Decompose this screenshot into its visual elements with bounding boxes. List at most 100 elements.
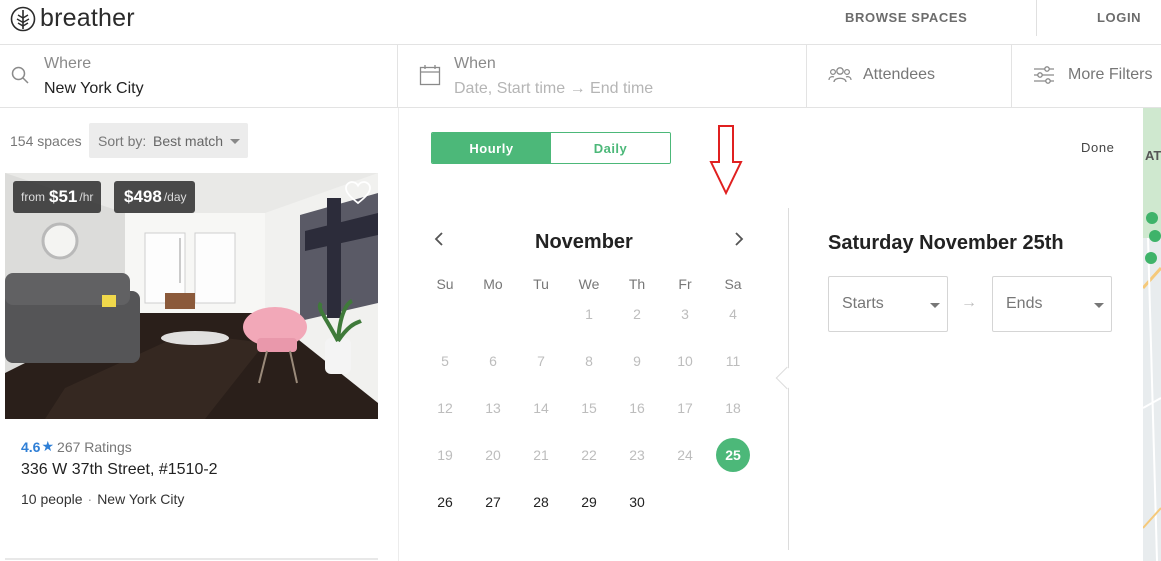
more-filters-label: More Filters bbox=[1068, 66, 1153, 83]
when-field[interactable]: When Date, Start time → End time bbox=[398, 45, 807, 107]
calendar-day-3: 3 bbox=[681, 306, 689, 322]
calendar-day-20: 20 bbox=[485, 447, 501, 463]
attendees-filter[interactable]: Attendees bbox=[807, 45, 1012, 107]
calendar-day-25[interactable]: 25 bbox=[716, 438, 750, 472]
attendees-label: Attendees bbox=[863, 66, 936, 83]
calendar-day-17: 17 bbox=[677, 400, 693, 416]
hourly-daily-toggle: Hourly Daily bbox=[431, 132, 671, 164]
when-label: When bbox=[454, 55, 496, 72]
divider-notch bbox=[775, 366, 799, 390]
separator-dot: · bbox=[87, 491, 93, 507]
heart-icon[interactable] bbox=[345, 181, 371, 205]
selected-date-title: Saturday November 25th bbox=[828, 232, 1064, 254]
next-card-edge bbox=[5, 558, 378, 560]
login-link[interactable]: LOGIN bbox=[1097, 10, 1141, 25]
when-input[interactable]: Date, Start time → End time bbox=[454, 80, 653, 98]
weekday-su: Su bbox=[436, 276, 454, 292]
calendar-day-16: 16 bbox=[629, 400, 645, 416]
listing-capacity: 10 people bbox=[21, 491, 83, 507]
listing-rating: 4.6 ★ 267 Ratings bbox=[21, 438, 132, 455]
map-tiles bbox=[1143, 108, 1161, 561]
brand-logo[interactable]: breather bbox=[10, 4, 135, 33]
price-from-label: from bbox=[21, 190, 45, 204]
calendar-day-2: 2 bbox=[633, 306, 641, 322]
calendar-day-14: 14 bbox=[533, 400, 549, 416]
results-list: 154 spaces Sort by: Best match from $51 … bbox=[0, 108, 397, 561]
rating-value: 4.6 bbox=[21, 438, 41, 455]
where-label: Where bbox=[44, 55, 92, 72]
top-nav-bar: breather BROWSE SPACES LOGIN bbox=[0, 0, 1161, 45]
calendar-day-18: 18 bbox=[725, 400, 741, 416]
end-time-dropdown[interactable]: Ends bbox=[992, 276, 1112, 332]
calendar-day-27[interactable]: 27 bbox=[476, 485, 510, 519]
calendar-day-8: 8 bbox=[585, 353, 593, 369]
results-count: 154 spaces bbox=[10, 133, 82, 149]
weekday-fr: Fr bbox=[678, 276, 692, 292]
more-filters-button[interactable]: More Filters bbox=[1012, 45, 1161, 107]
daily-price: $498 bbox=[124, 187, 162, 206]
caret-down-icon bbox=[930, 303, 940, 308]
calendar-day-30[interactable]: 30 bbox=[620, 485, 654, 519]
weekday-sa: Sa bbox=[724, 276, 742, 292]
calendar-day-22: 22 bbox=[581, 447, 597, 463]
tree-logo-icon bbox=[10, 6, 36, 31]
chevron-left-icon[interactable] bbox=[434, 232, 444, 246]
calendar-day-23: 23 bbox=[629, 447, 645, 463]
hourly-price-tag: from $51 /hr bbox=[13, 181, 102, 213]
calendar-day-21: 21 bbox=[533, 447, 549, 463]
listing-address[interactable]: 336 W 37th Street, #1510-2 bbox=[21, 461, 218, 479]
calendar-day-29[interactable]: 29 bbox=[572, 485, 606, 519]
arrow-right-icon: → bbox=[961, 294, 977, 311]
date-picker-panel: Hourly Daily Done November Saturday Nove… bbox=[398, 108, 1143, 561]
hourly-tab[interactable]: Hourly bbox=[432, 133, 551, 163]
daily-price-tag: $498 /day bbox=[114, 181, 195, 213]
sliders-icon bbox=[1034, 66, 1054, 84]
calendar-day-28[interactable]: 28 bbox=[524, 485, 558, 519]
calendar-icon bbox=[419, 65, 441, 86]
caret-down-icon bbox=[1094, 303, 1104, 308]
calendar-day-24: 24 bbox=[677, 447, 693, 463]
hourly-unit: /hr bbox=[79, 190, 94, 204]
calendar-day-1: 1 bbox=[585, 306, 593, 322]
calendar-day-15: 15 bbox=[581, 400, 597, 416]
listing-city: New York City bbox=[97, 491, 185, 507]
calendar-day-26[interactable]: 26 bbox=[428, 485, 462, 519]
daily-tab[interactable]: Daily bbox=[551, 133, 670, 163]
sort-value: Best match bbox=[153, 133, 224, 149]
calendar-day-7: 7 bbox=[537, 353, 545, 369]
where-input[interactable]: New York City bbox=[44, 80, 144, 98]
weekday-th: Th bbox=[628, 276, 646, 292]
nav-divider bbox=[1036, 0, 1037, 36]
calendar-day-6: 6 bbox=[489, 353, 497, 369]
done-button[interactable]: Done bbox=[1081, 140, 1114, 155]
search-icon bbox=[11, 66, 29, 84]
browse-spaces-link[interactable]: BROWSE SPACES bbox=[845, 10, 967, 25]
calendar-day-11: 11 bbox=[725, 353, 741, 369]
star-icon: ★ bbox=[41, 438, 55, 454]
sort-dropdown[interactable]: Sort by: Best match bbox=[89, 123, 248, 158]
red-down-arrow-annotation bbox=[709, 125, 743, 196]
calendar-day-5: 5 bbox=[441, 353, 449, 369]
where-field[interactable]: Where New York City bbox=[0, 45, 398, 107]
hourly-price: $51 bbox=[49, 187, 78, 206]
calendar-day-9: 9 bbox=[633, 353, 641, 369]
calendar-day-12: 12 bbox=[437, 400, 453, 416]
search-bar: Where New York City When Date, Start tim… bbox=[0, 45, 1161, 108]
people-icon bbox=[828, 67, 852, 83]
sort-label: Sort by: bbox=[98, 133, 147, 149]
calendar-day-13: 13 bbox=[485, 400, 501, 416]
calendar-day-19: 19 bbox=[437, 447, 453, 463]
caret-down-icon bbox=[230, 139, 240, 144]
calendar-month-title: November bbox=[535, 231, 633, 253]
start-time-label: Starts bbox=[842, 295, 884, 312]
end-time-label: Ends bbox=[1006, 295, 1043, 312]
listing-photo[interactable]: from $51 /hr $498 /day bbox=[5, 173, 378, 419]
chevron-right-icon[interactable] bbox=[734, 232, 744, 246]
map-view[interactable]: AT bbox=[1143, 108, 1161, 561]
calendar-day-10: 10 bbox=[677, 353, 693, 369]
rating-count: 267 Ratings bbox=[57, 438, 132, 455]
listing-meta: 10 people · New York City bbox=[21, 491, 184, 507]
weekday-mo: Mo bbox=[483, 276, 503, 292]
start-time-dropdown[interactable]: Starts bbox=[828, 276, 948, 332]
weekday-tu: Tu bbox=[533, 276, 549, 292]
